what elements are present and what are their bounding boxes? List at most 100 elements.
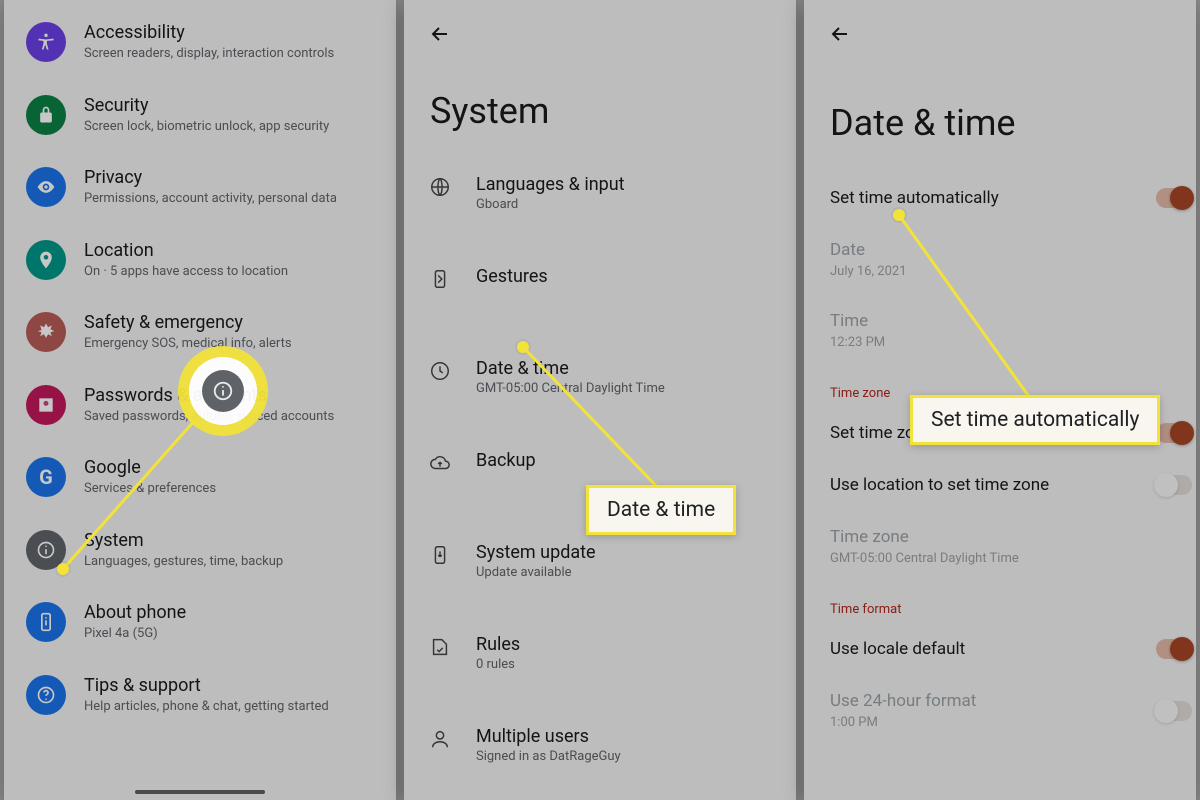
row-safety-emergency[interactable]: Safety & emergency Emergency SOS, medica… (4, 296, 396, 369)
row-title: System update (476, 542, 596, 563)
help-icon (26, 675, 66, 715)
row-backup[interactable]: Backup (404, 432, 796, 524)
emergency-icon (26, 312, 66, 352)
page-title: System (404, 54, 796, 156)
section-time-format: Time format (830, 582, 1170, 623)
row-subtitle: Gboard (476, 197, 625, 212)
row-subtitle: Services & preferences (84, 480, 216, 498)
user-icon (426, 726, 454, 782)
info-icon (26, 530, 66, 570)
section-time-zone: Time zone (830, 366, 1170, 407)
row-title: Backup (476, 450, 536, 471)
system-update-icon (426, 542, 454, 598)
pref-label: Set time automatically (830, 188, 1170, 208)
pref-time: Time 12:23 PM (830, 295, 1170, 366)
pref-value: 12:23 PM (830, 335, 1170, 350)
row-title: Privacy (84, 167, 337, 188)
row-subtitle: GMT-05:00 Central Daylight Time (476, 381, 665, 396)
page-title: Date & time (804, 54, 1196, 172)
account-box-icon (26, 385, 66, 425)
row-title: Gestures (476, 266, 548, 287)
globe-icon (426, 174, 454, 230)
row-about-phone[interactable]: About phone Pixel 4a (5G) (4, 586, 396, 659)
row-subtitle: Emergency SOS, medical info, alerts (84, 335, 292, 353)
row-subtitle: Screen lock, biometric unlock, app secur… (84, 118, 329, 136)
row-subtitle: Pixel 4a (5G) (84, 625, 186, 643)
row-accessibility[interactable]: Accessibility Screen readers, display, i… (4, 6, 396, 79)
pref-use-locale-default[interactable]: Use locale default (830, 623, 1170, 675)
toggle-use-24h (1156, 701, 1192, 721)
row-languages-input[interactable]: Languages & input Gboard (404, 156, 796, 248)
row-title: About phone (84, 602, 186, 623)
pref-use-24h: Use 24-hour format 1:00 PM (830, 675, 1170, 746)
rules-icon (426, 634, 454, 690)
pref-set-time-auto[interactable]: Set time automatically (830, 172, 1170, 224)
pref-use-location-tz[interactable]: Use location to set time zone (830, 459, 1170, 511)
pref-date: Date July 16, 2021 (830, 224, 1170, 295)
row-title: Safety & emergency (84, 312, 292, 333)
row-google[interactable]: G Google Services & preferences (4, 441, 396, 514)
row-title: Passwords & accounts (84, 385, 334, 406)
pref-value: GMT-05:00 Central Daylight Time (830, 551, 1170, 566)
lock-icon (26, 95, 66, 135)
row-title: System (84, 530, 283, 551)
row-title: Tips & support (84, 675, 329, 696)
toggle-use-locale-default[interactable] (1156, 639, 1192, 659)
pref-label: Use locale default (830, 639, 1170, 659)
system-list: Languages & input Gboard Gestures Date &… (404, 156, 796, 800)
phone-info-icon (26, 602, 66, 642)
row-subtitle: Help articles, phone & chat, getting sta… (84, 698, 329, 716)
pref-label: Use 24-hour format (830, 691, 1170, 711)
row-gestures[interactable]: Gestures (404, 248, 796, 340)
row-passwords[interactable]: Passwords & accounts Saved passwords, au… (4, 369, 396, 442)
row-system[interactable]: System Languages, gestures, time, backup (4, 514, 396, 587)
row-title: Rules (476, 634, 520, 655)
gestures-icon (426, 266, 454, 322)
location-icon (26, 240, 66, 280)
date-time-settings-panel: Date & time Set time automatically Date … (804, 0, 1196, 800)
row-subtitle: Screen readers, display, interaction con… (84, 45, 334, 63)
row-title: Location (84, 240, 288, 261)
pref-label: Use location to set time zone (830, 475, 1170, 495)
gesture-nav-bar[interactable] (135, 790, 265, 794)
google-icon: G (26, 457, 66, 497)
settings-root-panel: Accessibility Screen readers, display, i… (4, 0, 396, 800)
row-security[interactable]: Security Screen lock, biometric unlock, … (4, 79, 396, 152)
pref-value: 1:00 PM (830, 715, 1170, 730)
row-title: Languages & input (476, 174, 625, 195)
toggle-use-location-tz[interactable] (1156, 475, 1192, 495)
row-subtitle: 0 rules (476, 657, 520, 672)
row-subtitle: Permissions, account activity, personal … (84, 190, 337, 208)
settings-list: Accessibility Screen readers, display, i… (4, 0, 396, 731)
pref-set-tz-auto[interactable]: Set time zone automatically (830, 407, 1170, 459)
cloud-upload-icon (426, 450, 454, 506)
row-subtitle: On · 5 apps have access to location (84, 263, 288, 281)
row-title: Accessibility (84, 22, 334, 43)
row-title: Date & time (476, 358, 665, 379)
row-date-time[interactable]: Date & time GMT-05:00 Central Daylight T… (404, 340, 796, 432)
pref-label: Time zone (830, 527, 1170, 547)
clock-icon (426, 358, 454, 414)
toggle-set-time-auto[interactable] (1156, 188, 1192, 208)
accessibility-icon (26, 22, 66, 62)
row-subtitle: Signed in as DatRageGuy (476, 749, 621, 764)
row-privacy[interactable]: Privacy Permissions, account activity, p… (4, 151, 396, 224)
pref-value: July 16, 2021 (830, 264, 1170, 279)
row-subtitle: Languages, gestures, time, backup (84, 553, 283, 571)
pref-label: Time (830, 311, 1170, 331)
row-subtitle: Update available (476, 565, 596, 580)
row-tips-support[interactable]: Tips & support Help articles, phone & ch… (4, 659, 396, 732)
row-title: Multiple users (476, 726, 621, 747)
pref-label: Set time zone automatically (830, 423, 1170, 443)
back-button[interactable] (820, 14, 860, 54)
toggle-set-tz-auto[interactable] (1156, 423, 1192, 443)
row-location[interactable]: Location On · 5 apps have access to loca… (4, 224, 396, 297)
row-rules[interactable]: Rules 0 rules (404, 616, 796, 708)
row-title: Google (84, 457, 216, 478)
eye-icon (26, 167, 66, 207)
row-multiple-users[interactable]: Multiple users Signed in as DatRageGuy (404, 708, 796, 800)
back-button[interactable] (420, 14, 460, 54)
row-system-update[interactable]: System update Update available (404, 524, 796, 616)
pref-time-zone: Time zone GMT-05:00 Central Daylight Tim… (830, 511, 1170, 582)
row-subtitle: Saved passwords, autofill, synced accoun… (84, 408, 334, 426)
